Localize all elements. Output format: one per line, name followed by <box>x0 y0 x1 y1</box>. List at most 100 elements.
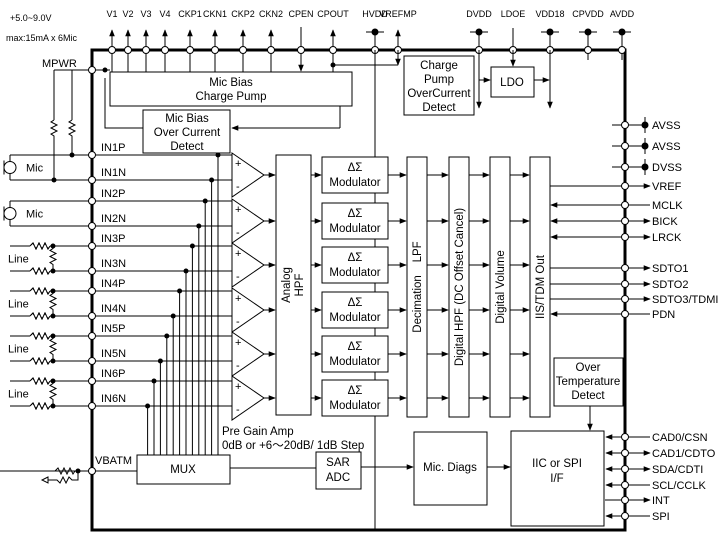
right-pin-label-sdto3-tdmi-9: SDTO3/TDMI <box>652 294 718 306</box>
pin-label-vdd18: VDD18 <box>535 9 564 19</box>
supply-voltage-note: +5.0~9.0V <box>10 13 52 23</box>
pin-dot-hvdd <box>371 28 379 36</box>
pin-node-v1 <box>108 46 116 54</box>
input-pin-label-in1n: IN1N <box>101 167 126 179</box>
mpwr-junction <box>102 67 108 73</box>
right-pin-label-lrck-6: LRCK <box>652 232 682 244</box>
right-pin-node <box>621 233 629 241</box>
right-pin-node <box>621 217 629 225</box>
input-pin-label-in6n: IN6N <box>101 393 126 405</box>
pin-node-ckp1 <box>186 46 194 54</box>
cp-ocd-line1: Charge <box>420 60 458 72</box>
right-pin-label-spi-16: SPI <box>652 511 670 523</box>
input-pin-label-in4p: IN4P <box>101 278 125 290</box>
amp-plus-sign: + <box>235 293 241 305</box>
right-pin-label-bick-5: BICK <box>652 216 678 228</box>
right-pin-label-dvss-2: DVSS <box>652 162 682 174</box>
input-pin-label-in3p: IN3P <box>101 233 125 245</box>
pin-node-ckp2 <box>239 46 247 54</box>
right-pin-node <box>621 264 629 272</box>
modulator-symbol: ΔΣ <box>348 208 363 220</box>
microphone-icon <box>3 207 17 220</box>
shunt-resistor-icon <box>48 291 58 316</box>
modulator-label: Modulator <box>329 400 380 412</box>
right-pin-node <box>621 201 629 209</box>
input-pin-in2p <box>88 197 96 205</box>
iic-spi-line2: I/F <box>550 473 563 485</box>
bias-resistor-icon <box>67 119 77 155</box>
input-pin-in1n <box>88 176 96 184</box>
mux-tap-junction <box>177 288 183 294</box>
input-pin-label-in5n: IN5N <box>101 348 126 360</box>
input-pin-label-in1p: IN1P <box>101 142 125 154</box>
mux-tap-junction <box>209 177 215 183</box>
cp-ocd-line4: Detect <box>422 102 456 114</box>
right-pin-node <box>621 121 629 129</box>
input-pin-label-in5p: IN5P <box>101 323 125 335</box>
bias-resistor-icon <box>49 119 59 180</box>
right-pin-node <box>621 280 629 288</box>
pin-node-cpvdd <box>584 46 592 54</box>
pin-dot-vdd18 <box>546 28 554 36</box>
amp-minus-sign: - <box>236 181 240 193</box>
amp-plus-sign: + <box>235 381 241 393</box>
over-temp-line2: Temperature <box>556 376 621 388</box>
amp-plus-sign: + <box>235 337 241 349</box>
right-pin-node <box>621 481 629 489</box>
modulator-label: Modulator <box>329 312 380 324</box>
input-pin-in5n <box>88 357 96 365</box>
input-pin-label-in6p: IN6P <box>101 368 125 380</box>
pin-label-cpout: CPOUT <box>317 9 349 19</box>
right-pin-label-vref-3: VREF <box>652 181 682 193</box>
input-section: IN1P IN1N IN2P IN2N IN3P IN3N IN4P IN4N IN5P IN5N… <box>3 66 126 485</box>
right-pin-node <box>621 163 629 171</box>
pin-label-v4: V4 <box>159 9 170 19</box>
mpwr-pin <box>88 66 96 74</box>
mux-tap-junction <box>151 378 157 384</box>
pin-node-v4 <box>161 46 169 54</box>
pin-label-ckn2: CKN2 <box>259 9 283 19</box>
pin-node-cpout <box>329 46 337 54</box>
mux-tap-junction <box>215 152 221 158</box>
ground-arrow-icon <box>40 476 49 484</box>
modulator-label: Modulator <box>329 177 380 189</box>
amp-plus-sign: + <box>235 204 241 216</box>
right-pin-node <box>621 465 629 473</box>
input-pin-label-in2p: IN2P <box>101 188 125 200</box>
right-pin-label-avss-1: AVSS <box>652 141 681 153</box>
modulator-label: Modulator <box>329 356 380 368</box>
modulator-label: Modulator <box>329 223 380 235</box>
amp-plus-sign: + <box>235 158 241 170</box>
input-pin-label-in2n: IN2N <box>101 213 126 225</box>
mux-tap-junction <box>170 313 176 319</box>
right-pin-label-mclk-4: MCLK <box>652 200 683 212</box>
vbatm-pin <box>88 467 96 475</box>
mic-diags-label: Mic. Diags <box>423 462 477 474</box>
source-label-line: Line <box>8 344 29 356</box>
digital-hpf-label: Digital HPF (DC Offset Cancel) <box>454 208 466 366</box>
iis-tdm-label: IIS/TDM Out <box>535 254 547 319</box>
modulator-symbol: ΔΣ <box>348 341 363 353</box>
pin-node-avdd <box>618 46 626 54</box>
input-pin-label-in3n: IN3N <box>101 258 126 270</box>
iic-spi-line1: IIC or SPI <box>532 458 582 470</box>
amp-minus-sign: - <box>236 271 240 283</box>
input-pin-in6n <box>88 402 96 410</box>
input-pin-in4n <box>88 312 96 320</box>
right-pin-node <box>621 433 629 441</box>
pin-label-avdd: AVDD <box>610 9 635 19</box>
amp-minus-sign: - <box>236 316 240 328</box>
pin-label-v2: V2 <box>122 9 133 19</box>
pin-label-v1: V1 <box>106 9 117 19</box>
over-temp-line3: Detect <box>571 390 605 402</box>
cp-ocd-line2: Pump <box>424 74 454 86</box>
pre-gain-line2: 0dB or +6～20dB/ 1dB Step <box>222 440 364 452</box>
right-pin-label-cad1-cdto-12: CAD1/CDTO <box>652 448 716 460</box>
vbatm-label: VBATM <box>95 455 132 467</box>
pin-node-ckn2 <box>267 46 275 54</box>
input-pin-in3n <box>88 267 96 275</box>
source-label-line: Line <box>8 254 29 266</box>
pre-gain-line1: Pre Gain Amp <box>222 426 294 438</box>
sar-adc-line2: ADC <box>326 472 350 484</box>
modulator-symbol: ΔΣ <box>348 297 363 309</box>
